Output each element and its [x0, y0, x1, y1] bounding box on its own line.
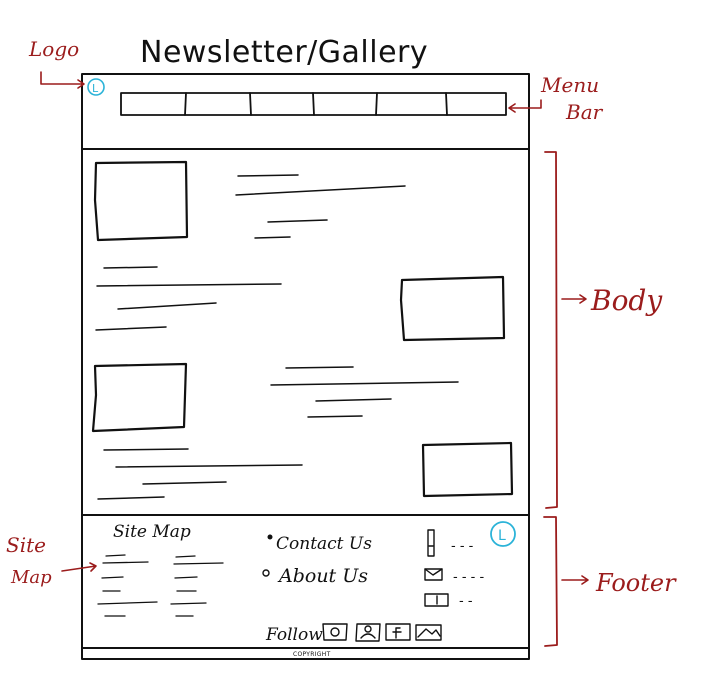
- footer-mail-dashes: - - - -: [453, 570, 484, 585]
- header-logo-icon: L: [87, 78, 105, 96]
- image-box-1: [93, 160, 189, 242]
- annotation-site-map-arrow: [61, 562, 97, 572]
- camera-icon[interactable]: [322, 623, 348, 641]
- annotation-body-arrow: [561, 294, 587, 304]
- photo-icon[interactable]: [415, 624, 442, 641]
- footer-copyright: COPYRIGHT: [293, 651, 331, 658]
- footer-contact-us[interactable]: Contact Us: [276, 534, 372, 554]
- footer-logo-icon: L: [490, 521, 516, 547]
- annotation-logo-arrow: [40, 71, 85, 89]
- phone-icon: [427, 529, 435, 557]
- footer-follow-label: Follow: [265, 625, 323, 645]
- annotation-body-bracket: [544, 151, 558, 509]
- annotation-site-map-line2: Map: [10, 567, 52, 588]
- annotation-menu-bar-arrow: [508, 99, 542, 113]
- annotation-footer: Footer: [595, 569, 677, 597]
- annotation-menu-bar-line2: Bar: [565, 100, 604, 124]
- footer-about-us[interactable]: About Us: [277, 565, 368, 587]
- annotation-logo: Logo: [28, 37, 79, 61]
- footer-site-map-heading: Site Map: [113, 522, 191, 542]
- footer-site-map-lines: [97, 554, 224, 617]
- facebook-icon[interactable]: [385, 623, 411, 641]
- image-box-3: [91, 362, 188, 433]
- header-logo-letter: L: [92, 82, 99, 95]
- annotation-menu-bar-line1: Menu: [540, 73, 599, 97]
- footer-contact-link[interactable]: Contact Us: [267, 534, 373, 554]
- footer-address-dashes: - -: [459, 594, 473, 609]
- page-title: Newsletter/Gallery: [140, 35, 428, 70]
- annotation-footer-bracket: [543, 516, 558, 647]
- menu-bar: [120, 92, 507, 116]
- footer-about-link[interactable]: About Us: [262, 565, 368, 587]
- footer-logo-letter: L: [498, 528, 506, 544]
- annotation-site-map-line1: Site: [6, 533, 46, 557]
- image-box-4: [421, 441, 514, 498]
- people-icon[interactable]: [355, 623, 381, 642]
- annotation-footer-arrow: [561, 575, 589, 585]
- address-icon: [424, 593, 449, 607]
- wireframe-sketch: Newsletter/Gallery L Site Map Contact Us…: [6, 35, 677, 660]
- footer-phone-dashes: - - -: [451, 539, 474, 554]
- mail-icon: [424, 568, 443, 581]
- image-box-2: [399, 275, 506, 342]
- body-image-placeholders: [91, 160, 514, 498]
- annotation-body: Body: [590, 284, 663, 317]
